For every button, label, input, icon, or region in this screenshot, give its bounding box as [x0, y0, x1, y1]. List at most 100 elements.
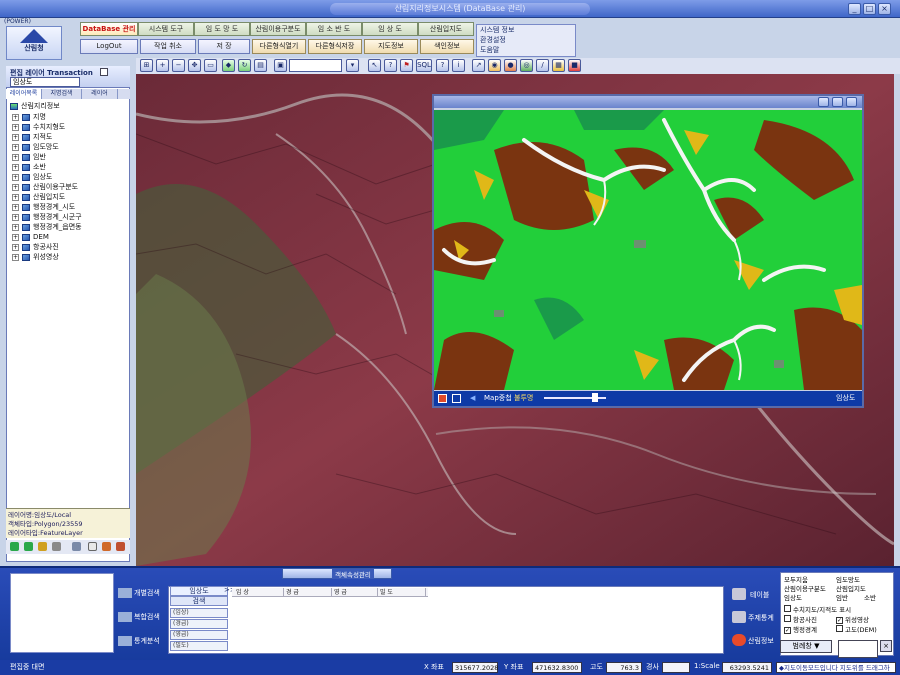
- tree-item-11[interactable]: + 행정경계_읍면동: [12, 222, 82, 232]
- stop-icon[interactable]: ■: [568, 59, 581, 72]
- checkbox[interactable]: [784, 605, 791, 612]
- legend-dropdown[interactable]: 범례창 ▼: [780, 640, 832, 653]
- arrow-icon[interactable]: ↖: [368, 59, 381, 72]
- table-button[interactable]: 테이블: [750, 590, 769, 600]
- attribute-tab[interactable]: 객체속성관리: [332, 569, 374, 579]
- expand-icon[interactable]: +: [12, 203, 19, 211]
- individual-search-button[interactable]: 개별검색: [134, 588, 160, 598]
- subcompartment-link[interactable]: 소반: [864, 592, 876, 602]
- expand-icon[interactable]: +: [12, 253, 19, 261]
- combo-age[interactable]: (영급): [170, 630, 228, 640]
- save-other-format-button[interactable]: 다른형식저장: [308, 39, 362, 54]
- layer-toggle-2[interactable]: ✓ 위성영상: [836, 614, 869, 624]
- legend-close-icon[interactable]: ×: [880, 640, 892, 652]
- tree-item-7[interactable]: + 산림이용구분도: [12, 182, 78, 192]
- expand-icon[interactable]: +: [12, 223, 19, 231]
- statistics-button[interactable]: 통계분석: [134, 636, 160, 646]
- tree-root[interactable]: 산림지리정보: [10, 101, 60, 111]
- menu-system-tools[interactable]: 시스템 도구: [138, 22, 194, 36]
- expand-icon[interactable]: +: [12, 213, 19, 221]
- tree-item-9[interactable]: + 행정경계_시도: [12, 202, 75, 212]
- checkbox[interactable]: [784, 615, 791, 622]
- expand-icon[interactable]: +: [12, 233, 19, 241]
- scale-select[interactable]: [289, 59, 342, 72]
- settings-link[interactable]: 환경설정: [480, 35, 506, 45]
- about-icon[interactable]: i: [452, 59, 465, 72]
- tree-item-2[interactable]: + 지적도: [12, 132, 52, 142]
- buffer-icon[interactable]: ◉: [488, 59, 501, 72]
- table-icon[interactable]: [732, 588, 746, 600]
- move-up-icon[interactable]: [10, 542, 19, 551]
- transaction-checkbox[interactable]: [100, 68, 108, 76]
- print-icon[interactable]: ▤: [254, 59, 267, 72]
- tree-item-14[interactable]: + 위성영상: [12, 252, 59, 262]
- tab-place-search[interactable]: 지명검색: [42, 89, 82, 99]
- expand-icon[interactable]: +: [12, 123, 19, 131]
- expand-icon[interactable]: +: [12, 153, 19, 161]
- tab-layer-list[interactable]: 레이어목록: [6, 89, 42, 99]
- individual-search-icon[interactable]: [118, 588, 132, 598]
- overlay-maximize-button[interactable]: [832, 97, 843, 107]
- tree-item-10[interactable]: + 행정경계_시군구: [12, 212, 82, 222]
- complex-search-button[interactable]: 복합검색: [134, 612, 160, 622]
- flag-icon[interactable]: ⚑: [400, 59, 413, 72]
- zoom-in-icon[interactable]: +: [156, 59, 169, 72]
- tab-layer[interactable]: 레이어: [82, 89, 118, 99]
- menu-forest-type[interactable]: 임 상 도: [362, 22, 418, 36]
- overlay-icon[interactable]: ◎: [520, 59, 533, 72]
- expand-icon[interactable]: +: [12, 143, 19, 151]
- combo-density[interactable]: (밀도): [170, 641, 228, 651]
- overlay-title-bar[interactable]: [434, 96, 862, 108]
- tree-item-8[interactable]: + 산림입지도: [12, 192, 65, 202]
- grid-icon[interactable]: ▦: [552, 59, 565, 72]
- expand-icon[interactable]: +: [12, 183, 19, 191]
- zoom-out-icon[interactable]: −: [172, 59, 185, 72]
- help-link[interactable]: 도움말: [480, 45, 499, 55]
- complex-search-icon[interactable]: [118, 612, 132, 622]
- checkbox[interactable]: ✓: [784, 627, 791, 634]
- forest-info-button[interactable]: 산림정보: [748, 636, 774, 646]
- checkbox[interactable]: ✓: [836, 617, 843, 624]
- sql-icon[interactable]: SQL: [416, 59, 432, 72]
- maximize-button[interactable]: □: [863, 3, 876, 15]
- overlay-back-icon[interactable]: ◀: [470, 394, 475, 402]
- menu-site-map[interactable]: 산림입지도: [418, 22, 474, 36]
- menu-database[interactable]: DataBase 관리: [80, 22, 138, 36]
- overlay-close-icon[interactable]: [438, 394, 447, 403]
- tree-item-0[interactable]: + 지명: [12, 112, 46, 122]
- line-icon[interactable]: /: [536, 59, 549, 72]
- edit-layer-select[interactable]: 임상도: [10, 77, 80, 87]
- expand-icon[interactable]: +: [12, 173, 19, 181]
- expand-icon[interactable]: +: [12, 113, 19, 121]
- minimize-button[interactable]: _: [848, 3, 861, 15]
- compartment-link[interactable]: 임반: [836, 592, 848, 602]
- pan-icon[interactable]: ✥: [188, 59, 201, 72]
- tree-item-12[interactable]: + DEM: [12, 232, 49, 242]
- overlay-window-icon[interactable]: [452, 394, 461, 403]
- globe-icon[interactable]: ●: [504, 59, 517, 72]
- save-button[interactable]: 저 장: [198, 39, 250, 54]
- overlay-close-button[interactable]: [846, 97, 857, 107]
- overlay-minimize-button[interactable]: [818, 97, 829, 107]
- layer-toggle-3[interactable]: ✓ 행정경계: [784, 624, 817, 634]
- query-icon[interactable]: ?: [436, 59, 449, 72]
- logout-button[interactable]: LogOut: [80, 39, 138, 54]
- index-info-button[interactable]: 색인정보: [420, 39, 474, 54]
- statistics-icon[interactable]: [118, 636, 132, 646]
- menu-forest-road[interactable]: 임 도 망 도: [194, 22, 250, 36]
- tree-item-6[interactable]: + 임상도: [12, 172, 52, 182]
- table-icon[interactable]: [72, 542, 81, 551]
- combo-forest-type[interactable]: (임상): [170, 608, 228, 618]
- system-info-link[interactable]: 시스템 정보: [480, 25, 514, 35]
- undo-button[interactable]: 작업 취소: [140, 39, 196, 54]
- forest-info-icon[interactable]: [732, 634, 746, 646]
- layer-select-icon[interactable]: ▣: [274, 59, 287, 72]
- close-button[interactable]: ×: [878, 3, 891, 15]
- expand-icon[interactable]: +: [12, 133, 19, 141]
- checkbox[interactable]: [836, 625, 843, 632]
- menu-compartment[interactable]: 임 소 반 도: [306, 22, 362, 36]
- tree-item-3[interactable]: + 임도망도: [12, 142, 59, 152]
- expand-icon[interactable]: +: [12, 163, 19, 171]
- map-info-button[interactable]: 지도정보: [364, 39, 418, 54]
- layer-toggle-1[interactable]: 항공사진: [784, 614, 817, 624]
